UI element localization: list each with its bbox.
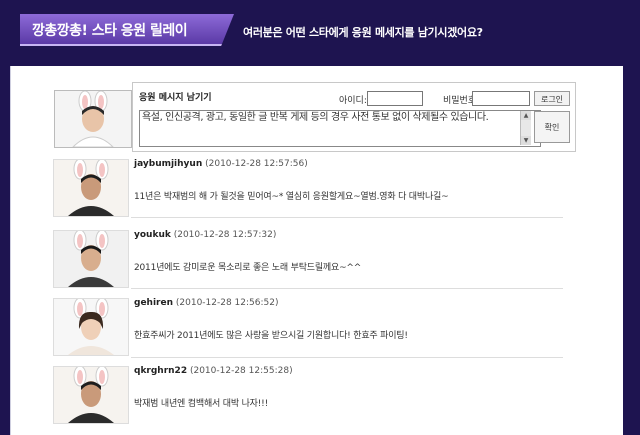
list-item: youkuk (2010-12-28 12:57:32) 2011년에도 감미로…: [11, 228, 623, 292]
timestamp: (2010-12-28 12:56:52): [175, 298, 279, 308]
bunny-avatar-icon: [54, 231, 128, 287]
divider: [131, 217, 563, 218]
entry-header: qkrghrn22 (2010-12-28 12:55:28): [134, 366, 293, 376]
divider: [131, 357, 563, 358]
scroll-up-icon[interactable]: ▲: [521, 111, 531, 120]
title-banner: 깡총깡총! 스타 응원 릴레이: [20, 14, 234, 46]
list-item: qkrghrn22 (2010-12-28 12:55:28) 박재범 내년엔 …: [11, 364, 623, 428]
page-subtitle: 여러분은 어떤 스타에게 응원 메세지를 남기시겠어요?: [243, 26, 483, 39]
compose-label: 응원 메시지 남기기: [139, 93, 212, 103]
bunny-avatar-icon: [54, 367, 128, 423]
confirm-button[interactable]: 확인: [534, 111, 570, 143]
message-scrollbar[interactable]: ▲ ▼: [520, 111, 531, 145]
username: gehiren: [134, 298, 173, 308]
timestamp: (2010-12-28 12:55:28): [189, 366, 293, 376]
bunny-avatar-icon: [54, 299, 128, 355]
id-input[interactable]: [367, 91, 423, 106]
bunny-avatar-icon: [55, 91, 131, 147]
username: qkrghrn22: [134, 366, 188, 376]
entry-header: gehiren (2010-12-28 12:56:52): [134, 298, 278, 308]
avatar: [53, 366, 129, 424]
guestbook-panel: 응원 메시지 남기기 아이디: 비밀번호: 로그인 욕설, 인신공격, 광고, …: [10, 66, 623, 435]
page-title: 깡총깡총! 스타 응원 릴레이: [32, 23, 188, 39]
login-button[interactable]: 로그인: [534, 91, 570, 106]
username: youkuk: [134, 230, 171, 240]
scroll-down-icon[interactable]: ▼: [521, 136, 531, 145]
avatar: [53, 159, 129, 217]
username: jaybumjihyun: [134, 159, 203, 169]
timestamp: (2010-12-28 12:57:56): [205, 159, 308, 169]
compose-form: 응원 메시지 남기기 아이디: 비밀번호: 로그인 욕설, 인신공격, 광고, …: [132, 82, 576, 152]
list-item: gehiren (2010-12-28 12:56:52) 한효주씨가 2011…: [11, 296, 623, 360]
list-item: jaybumjihyun (2010-12-28 12:57:56) 11년은 …: [11, 157, 623, 221]
bunny-avatar-icon: [54, 160, 128, 216]
timestamp: (2010-12-28 12:57:32): [173, 230, 277, 240]
header: 깡총깡총! 스타 응원 릴레이 여러분은 어떤 스타에게 응원 메세지를 남기시…: [0, 0, 640, 64]
avatar: [53, 230, 129, 288]
entry-header: jaybumjihyun (2010-12-28 12:57:56): [134, 159, 308, 169]
id-label: 아이디:: [339, 96, 367, 106]
entry-message: 박재범 내년엔 컴백해서 대박 나자!!!: [134, 399, 268, 409]
entry-message: 2011년에도 감미로운 목소리로 좋은 노래 부탁드릴께요~^^: [134, 263, 362, 273]
entry-message: 11년은 박재범의 해 가 될것을 믿어여~* 열심히 응원할게요~열범.영화 …: [134, 192, 449, 202]
entry-header: youkuk (2010-12-28 12:57:32): [134, 230, 276, 240]
password-input[interactable]: [472, 91, 530, 106]
message-textarea[interactable]: 욕설, 인신공격, 광고, 동일한 글 반복 게제 등의 경우 사전 통보 없이…: [139, 110, 541, 147]
entry-message: 한효주씨가 2011년에도 많은 사랑을 받으시길 기원합니다! 한효주 파이팅…: [134, 331, 408, 341]
avatar: [53, 298, 129, 356]
compose-avatar: [54, 90, 132, 148]
divider: [131, 288, 563, 289]
